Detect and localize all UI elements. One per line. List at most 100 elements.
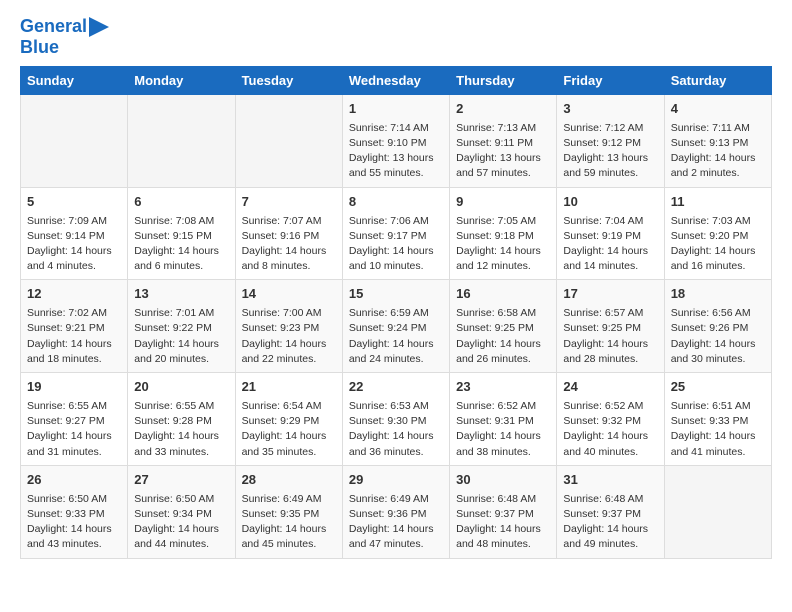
sunrise-line: Sunrise: 7:06 AM [349,215,429,227]
day-cell: 22Sunrise: 6:53 AMSunset: 9:30 PMDayligh… [342,373,449,466]
sunset-line: Sunset: 9:29 PM [242,415,320,427]
daylight-line: Daylight: 14 hours and 12 minutes. [456,245,541,272]
daylight-line: Daylight: 14 hours and 45 minutes. [242,523,327,550]
daylight-line: Daylight: 14 hours and 8 minutes. [242,245,327,272]
day-cell: 11Sunrise: 7:03 AMSunset: 9:20 PMDayligh… [664,187,771,280]
daylight-line: Daylight: 14 hours and 20 minutes. [134,338,219,365]
sunset-line: Sunset: 9:37 PM [456,508,534,520]
day-cell: 20Sunrise: 6:55 AMSunset: 9:28 PMDayligh… [128,373,235,466]
sunrise-line: Sunrise: 6:52 AM [563,400,643,412]
sunset-line: Sunset: 9:23 PM [242,322,320,334]
day-number: 23 [456,378,550,397]
sunset-line: Sunset: 9:35 PM [242,508,320,520]
sunrise-line: Sunrise: 6:56 AM [671,307,751,319]
sunrise-line: Sunrise: 6:55 AM [134,400,214,412]
sunrise-line: Sunrise: 6:50 AM [27,493,107,505]
day-cell: 1Sunrise: 7:14 AMSunset: 9:10 PMDaylight… [342,94,449,187]
day-number: 28 [242,471,336,490]
sunrise-line: Sunrise: 7:04 AM [563,215,643,227]
day-cell: 2Sunrise: 7:13 AMSunset: 9:11 PMDaylight… [450,94,557,187]
sunrise-line: Sunrise: 7:12 AM [563,122,643,134]
day-cell: 16 Sunrise: 6:58 AM Sunset: 9:25 PM Dayligh… [450,280,557,373]
week-row-1: 1Sunrise: 7:14 AMSunset: 9:10 PMDaylight… [21,94,772,187]
sunrise-line: Sunrise: 6:48 AM [456,493,536,505]
sunrise-line: Sunrise: 7:07 AM [242,215,322,227]
sunset-line: Sunset: 9:28 PM [134,415,212,427]
day-number: 2 [456,100,550,119]
sunset-line: Sunset: 9:36 PM [349,508,427,520]
daylight-line: Daylight: 14 hours and 35 minutes. [242,430,327,457]
week-row-3: 12 Sunrise: 7:02 AM Sunset: 9:21 PM Dayligh… [21,280,772,373]
sunset-line: Sunset: 9:21 PM [27,322,105,334]
sunrise-line: Sunrise: 7:02 AM [27,307,107,319]
sunrise-line: Sunrise: 7:13 AM [456,122,536,134]
sunset-line: Sunset: 9:17 PM [349,230,427,242]
sunset-line: Sunset: 9:10 PM [349,137,427,149]
day-number: 27 [134,471,228,490]
day-number: 11 [671,193,765,212]
day-number: 6 [134,193,228,212]
day-cell: 23Sunrise: 6:52 AMSunset: 9:31 PMDayligh… [450,373,557,466]
sunrise-line: Sunrise: 7:14 AM [349,122,429,134]
day-cell: 13Sunrise: 7:01 AMSunset: 9:22 PMDayligh… [128,280,235,373]
sunset-line: Sunset: 9:25 PM [456,322,534,334]
daylight-line: Daylight: 14 hours and 16 minutes. [671,245,756,272]
daylight-line: Daylight: 14 hours and 26 minutes. [456,338,541,365]
calendar-table: SundayMondayTuesdayWednesdayThursdayFrid… [20,66,772,559]
sunset-line: Sunset: 9:22 PM [134,322,212,334]
sunrise-line: Sunrise: 6:48 AM [563,493,643,505]
sunset-line: Sunset: 9:34 PM [134,508,212,520]
daylight-line: Daylight: 14 hours and 2 minutes. [671,152,756,179]
day-number: 9 [456,193,550,212]
col-header-monday: Monday [128,66,235,94]
daylight-line: Daylight: 14 hours and 28 minutes. [563,338,648,365]
col-header-friday: Friday [557,66,664,94]
day-cell: 12 Sunrise: 7:02 AM Sunset: 9:21 PM Dayligh… [21,280,128,373]
sunset-line: Sunset: 9:20 PM [671,230,749,242]
day-cell: 3Sunrise: 7:12 AMSunset: 9:12 PMDaylight… [557,94,664,187]
day-cell: 18Sunrise: 6:56 AMSunset: 9:26 PMDayligh… [664,280,771,373]
col-header-saturday: Saturday [664,66,771,94]
sunrise-line: Sunrise: 6:59 AM [349,307,429,319]
daylight-line: Daylight: 14 hours and 22 minutes. [242,338,327,365]
day-number: 7 [242,193,336,212]
daylight-line: Daylight: 14 hours and 48 minutes. [456,523,541,550]
day-number: 10 [563,193,657,212]
sunset-line: Sunset: 9:26 PM [671,322,749,334]
sunrise-line: Sunrise: 6:51 AM [671,400,751,412]
day-number: 5 [27,193,121,212]
daylight-line: Daylight: 13 hours and 57 minutes. [456,152,541,179]
daylight-line: Daylight: 14 hours and 18 minutes. [27,338,112,365]
sunset-line: Sunset: 9:33 PM [671,415,749,427]
sunrise-line: Sunrise: 7:05 AM [456,215,536,227]
sunset-line: Sunset: 9:32 PM [563,415,641,427]
day-number: 3 [563,100,657,119]
day-number: 25 [671,378,765,397]
daylight-line: Daylight: 14 hours and 41 minutes. [671,430,756,457]
logo-general: General [20,16,87,36]
day-cell [664,465,771,558]
day-number: 8 [349,193,443,212]
day-number: 31 [563,471,657,490]
day-cell: 10Sunrise: 7:04 AMSunset: 9:19 PMDayligh… [557,187,664,280]
sunrise-line: Sunrise: 7:09 AM [27,215,107,227]
day-number: 19 [27,378,121,397]
day-number: 22 [349,378,443,397]
daylight-line: Daylight: 14 hours and 44 minutes. [134,523,219,550]
day-number: 16 [456,285,550,304]
day-cell: 5Sunrise: 7:09 AMSunset: 9:14 PMDaylight… [21,187,128,280]
sunset-line: Sunset: 9:19 PM [563,230,641,242]
sunset-line: Sunset: 9:30 PM [349,415,427,427]
day-number: 12 [27,285,121,304]
sunrise-line: Sunrise: 6:57 AM [563,307,643,319]
daylight-line: Daylight: 14 hours and 38 minutes. [456,430,541,457]
week-row-2: 5Sunrise: 7:09 AMSunset: 9:14 PMDaylight… [21,187,772,280]
sunrise-line: Sunrise: 6:52 AM [456,400,536,412]
day-cell [21,94,128,187]
daylight-line: Daylight: 14 hours and 49 minutes. [563,523,648,550]
daylight-line: Daylight: 13 hours and 55 minutes. [349,152,434,179]
day-number: 20 [134,378,228,397]
day-cell: 25 Sunrise: 6:51 AM Sunset: 9:33 PM Dayligh… [664,373,771,466]
sunrise-line: Sunrise: 6:58 AM [456,307,536,319]
page-container: General Blue SundayMondayTuesdayWednesda… [0,0,792,575]
